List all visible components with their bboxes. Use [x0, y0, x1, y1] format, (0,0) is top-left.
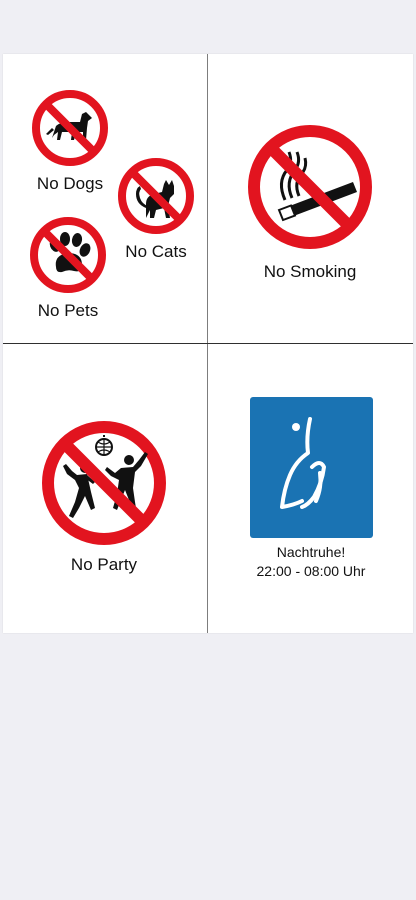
quiet-hours-title: Nachtruhe!: [276, 544, 346, 560]
quiet-hours-sign: [250, 397, 373, 538]
no-dogs-sign: [32, 90, 108, 166]
no-party-label: No Party: [70, 555, 138, 574]
no-dogs-label: No Dogs: [36, 174, 104, 193]
no-cats-sign: [118, 158, 194, 234]
no-pets-sign: [30, 217, 106, 293]
no-smoking-label: No Smoking: [263, 262, 357, 281]
quiet-hours-time: 22:00 - 08:00 Uhr: [256, 563, 366, 579]
signs-sheet: No Dogs No Cats No Pets No Smoking No Pa…: [3, 54, 413, 633]
no-cats-label: No Cats: [125, 242, 187, 261]
horizontal-divider: [3, 343, 413, 344]
no-smoking-sign: [248, 125, 372, 249]
no-party-sign: [42, 421, 166, 545]
no-pets-label: No Pets: [37, 301, 99, 320]
